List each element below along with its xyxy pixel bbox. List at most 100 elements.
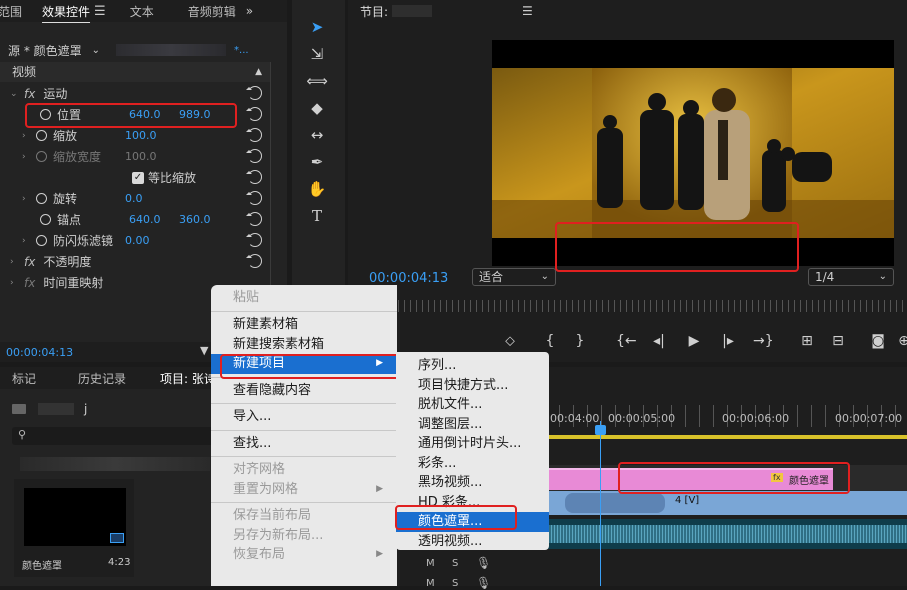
go-to-out-icon[interactable]: →} <box>753 333 774 349</box>
expand-arrow-icon[interactable]: › <box>22 236 36 246</box>
mark-in-icon[interactable]: { <box>540 333 560 349</box>
source-tag[interactable]: *... <box>234 45 249 56</box>
effects-timecode[interactable]: 00:00:04:13 <box>6 346 73 359</box>
anchor-row[interactable]: 锚点 640.0 360.0 <box>0 209 270 230</box>
playhead-handle[interactable] <box>595 425 606 435</box>
extract-icon[interactable]: ⊟ <box>828 333 848 349</box>
scale-value[interactable]: 100.0 <box>125 129 157 142</box>
overflow-icon[interactable]: ⊕ <box>894 333 907 349</box>
scale-row[interactable]: › 缩放 100.0 <box>0 125 270 146</box>
mute-button[interactable]: M <box>426 578 435 589</box>
submenu-item-adjustment-layer[interactable]: 调整图层... <box>396 415 549 435</box>
anti-flicker-value[interactable]: 0.00 <box>125 234 150 247</box>
anchor-x-value[interactable]: 640.0 <box>129 213 179 226</box>
menu-icon[interactable]: ☰ <box>522 4 533 18</box>
source-selector[interactable]: 源 * 颜色遮罩 ⌄ *... <box>0 40 287 60</box>
tab-effects-controls[interactable]: 效果控件 <box>32 3 100 20</box>
project-search-input[interactable]: ⚲ <box>12 427 222 445</box>
submenu-item-project-shortcut[interactable]: 项目快捷方式... <box>396 376 549 396</box>
program-title[interactable]: 节目: <box>360 3 388 20</box>
lift-icon[interactable]: ⊞ <box>797 333 817 349</box>
submenu-item-transparent-video[interactable]: 透明视频... <box>396 532 549 552</box>
expand-arrow-icon[interactable]: › <box>22 194 36 204</box>
reset-icon[interactable] <box>246 254 262 268</box>
scroll-up-icon[interactable]: ▲ <box>255 62 262 82</box>
tab-markers[interactable]: 标记 <box>2 370 46 387</box>
menu-item-new-search-bin[interactable]: 新建搜索素材箱 <box>211 335 397 355</box>
reset-icon[interactable] <box>246 86 262 100</box>
overflow-icon[interactable]: » <box>246 4 253 18</box>
solo-button[interactable]: S <box>452 578 458 589</box>
mark-out-icon[interactable]: } <box>570 333 590 349</box>
reset-icon[interactable] <box>246 170 262 184</box>
rotation-value[interactable]: 0.0 <box>125 192 143 205</box>
playhead[interactable] <box>600 421 601 586</box>
camera-icon[interactable]: ◙ <box>868 333 888 349</box>
track-select-tool-icon[interactable]: ⇲ <box>306 43 328 65</box>
tab-history[interactable]: 历史记录 <box>68 370 136 387</box>
stopwatch-icon[interactable] <box>36 235 47 246</box>
expand-arrow-icon[interactable]: › <box>10 257 24 267</box>
selection-tool-icon[interactable]: ➤ <box>306 16 328 38</box>
filter-icon[interactable]: ▼ <box>200 344 208 357</box>
uniform-scale-row[interactable]: ✓ 等比缩放 <box>0 167 270 188</box>
menu-item-view-hidden[interactable]: 查看隐藏内容 <box>211 381 397 401</box>
video-section-header: 视频 ▲ <box>0 62 270 82</box>
menu-icon[interactable]: ☰ <box>94 4 106 19</box>
mute-button[interactable]: M <box>426 558 435 569</box>
solo-button[interactable]: S <box>452 558 458 569</box>
menu-item-new-bin[interactable]: 新建素材箱 <box>211 315 397 335</box>
step-back-icon[interactable]: ◂| <box>649 333 669 349</box>
menu-item-import[interactable]: 导入... <box>211 407 397 427</box>
reset-icon[interactable] <box>246 149 262 163</box>
stopwatch-icon[interactable] <box>36 193 47 204</box>
letterbox-highlight-annotation <box>555 222 799 272</box>
go-to-in-icon[interactable]: {← <box>616 333 637 349</box>
reset-icon[interactable] <box>246 128 262 142</box>
rotation-row[interactable]: › 旋转 0.0 <box>0 188 270 209</box>
motion-row[interactable]: ⌄ fx 运动 <box>0 83 270 104</box>
mic-icon[interactable]: 🎙 <box>476 556 491 570</box>
submenu-item-offline-file[interactable]: 脱机文件... <box>396 395 549 415</box>
chevron-down-icon: ⌄ <box>540 271 549 282</box>
fit-value: 适合 <box>479 270 504 284</box>
hand-tool-icon[interactable]: ✋ <box>306 178 328 200</box>
reset-icon[interactable] <box>246 212 262 226</box>
anti-flicker-row[interactable]: › 防闪烁滤镜 0.00 <box>0 230 270 251</box>
anchor-y-value[interactable]: 360.0 <box>179 213 211 226</box>
menu-item-find[interactable]: 查找... <box>211 434 397 454</box>
reset-icon[interactable] <box>246 191 262 205</box>
opacity-row[interactable]: › fx 不透明度 <box>0 251 270 272</box>
ripple-edit-tool-icon[interactable]: ⟺ <box>306 70 328 92</box>
checkbox[interactable]: ✓ <box>132 171 144 184</box>
media-thumbnail[interactable]: 颜色遮罩 4:23 <box>14 479 134 577</box>
tab-text[interactable]: 文本 <box>120 3 164 20</box>
submenu-item-countdown-leader[interactable]: 通用倒计时片头... <box>396 434 549 454</box>
expand-arrow-icon[interactable]: › <box>22 131 36 141</box>
submenu-item-bars-and-tone[interactable]: 彩条... <box>396 454 549 474</box>
stopwatch-icon[interactable] <box>36 130 47 141</box>
submenu-item-sequence[interactable]: 序列... <box>396 356 549 376</box>
add-marker-icon[interactable]: ⬦ <box>500 333 520 349</box>
expand-arrow-icon[interactable]: ⌄ <box>10 89 24 99</box>
tab-audio-clip[interactable]: 音频剪辑 <box>178 3 246 20</box>
reset-icon[interactable] <box>246 107 262 121</box>
slip-tool-icon[interactable]: ↔ <box>306 124 328 146</box>
step-forward-icon[interactable]: |▸ <box>718 333 738 349</box>
razor-tool-icon[interactable]: ◆ <box>306 97 328 119</box>
quality-dropdown[interactable]: 1/4 ⌄ <box>808 268 894 286</box>
stopwatch-icon[interactable] <box>40 214 51 225</box>
reset-icon[interactable] <box>246 233 262 247</box>
program-timecode[interactable]: 00:00:04:13 <box>369 271 448 286</box>
program-scrubber[interactable] <box>392 300 907 312</box>
pen-tool-icon[interactable]: ✒ <box>306 151 328 173</box>
expand-arrow-icon[interactable]: › <box>10 278 24 288</box>
type-tool-icon[interactable]: T <box>306 205 328 227</box>
fx-icon: fx <box>24 275 36 290</box>
tab-scope[interactable]: 范围 <box>0 3 32 20</box>
fit-dropdown[interactable]: 适合 ⌄ <box>472 268 556 286</box>
anchor-label: 锚点 <box>57 213 82 227</box>
submenu-item-black-video[interactable]: 黑场视频... <box>396 473 549 493</box>
play-icon[interactable]: ▶ <box>684 333 704 349</box>
mic-icon[interactable]: 🎙 <box>476 576 491 590</box>
